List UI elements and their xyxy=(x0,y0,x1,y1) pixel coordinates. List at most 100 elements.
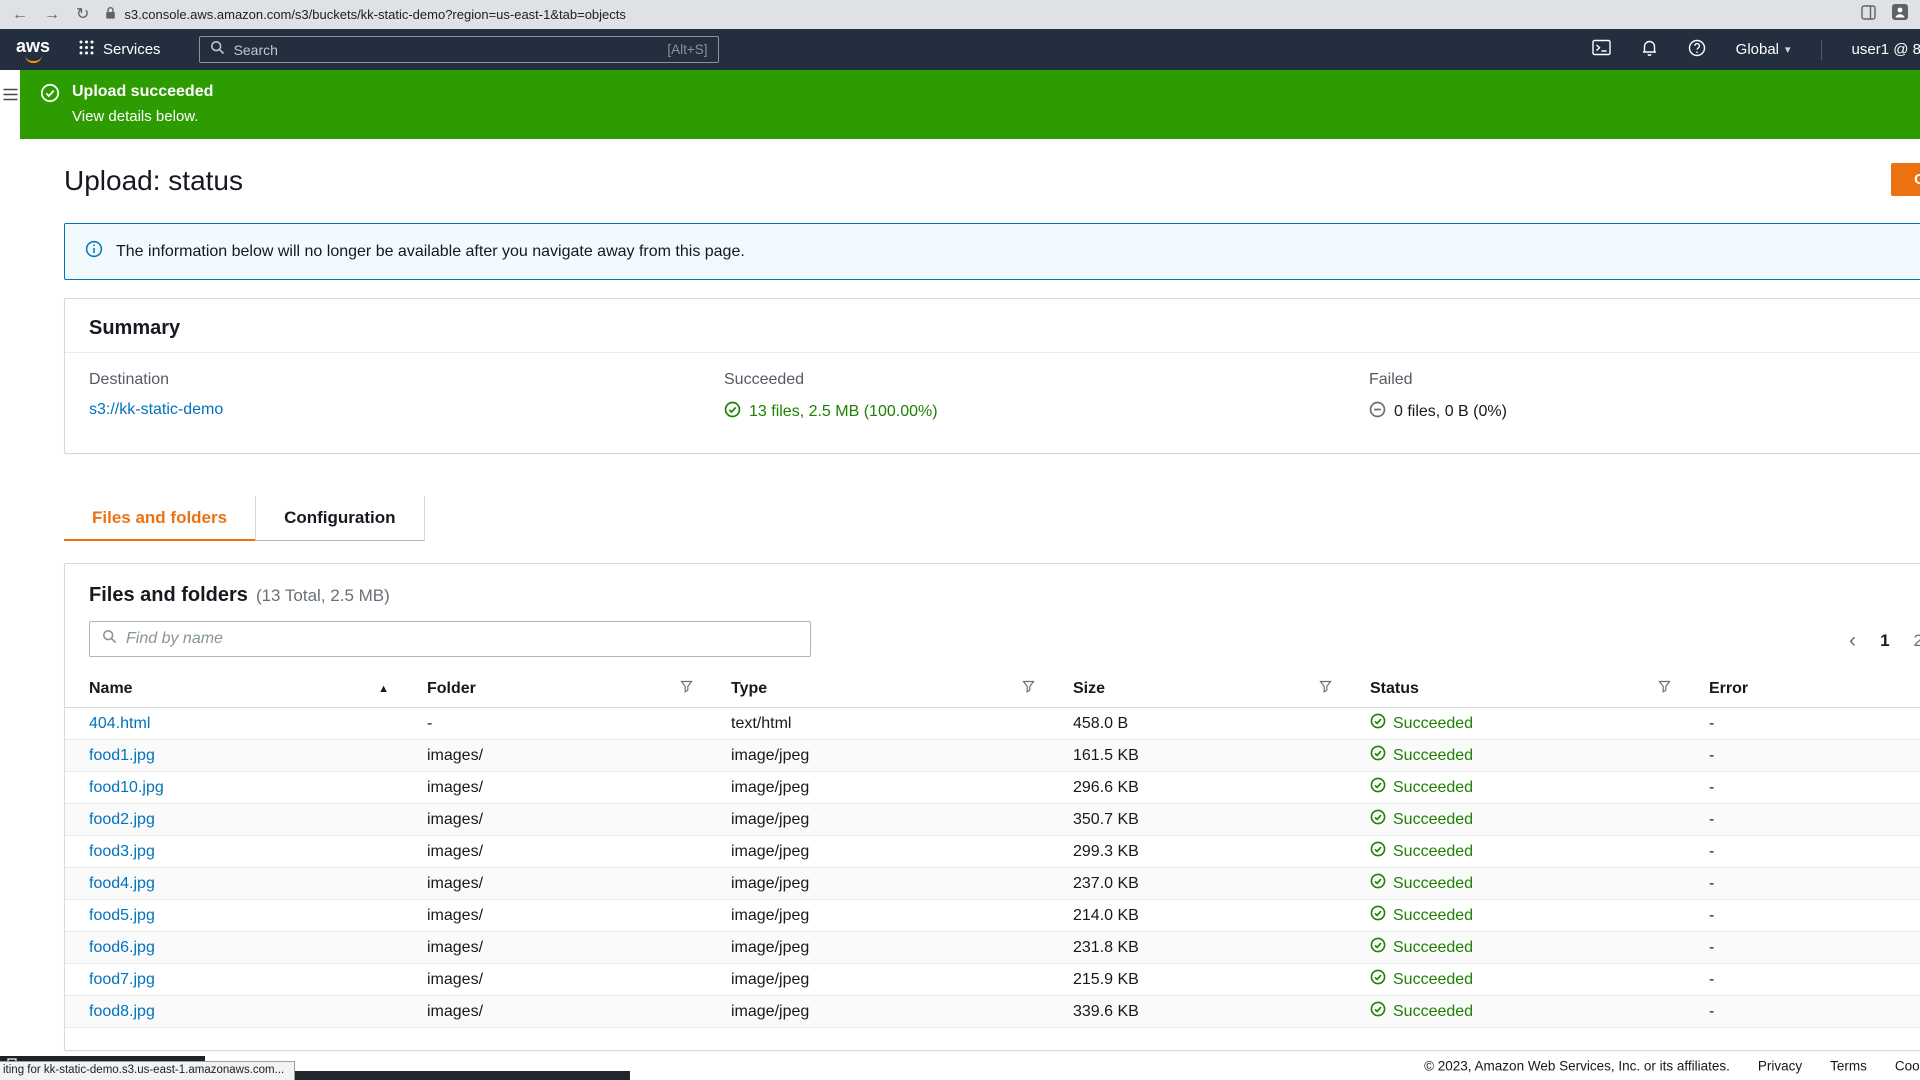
files-panel-count: (13 Total, 2.5 MB) xyxy=(256,586,390,606)
destination-link[interactable]: s3://kk-static-demo xyxy=(89,401,223,418)
file-name-link[interactable]: food2.jpg xyxy=(89,811,155,828)
failed-neutral-icon xyxy=(1369,401,1386,423)
filter-funnel-icon[interactable] xyxy=(1022,680,1035,698)
column-header-size[interactable]: Size xyxy=(1061,671,1358,708)
bell-icon xyxy=(1641,39,1658,61)
help-icon xyxy=(1688,39,1706,61)
file-size: 339.6 KB xyxy=(1061,996,1358,1028)
succeeded-check-icon xyxy=(1370,969,1386,990)
column-header-type[interactable]: Type xyxy=(719,671,1061,708)
succeeded-check-icon xyxy=(1370,905,1386,926)
file-status-label: Succeeded xyxy=(1393,747,1473,765)
browser-back-icon[interactable]: ← xyxy=(12,7,28,23)
file-name-link[interactable]: food1.jpg xyxy=(89,747,155,764)
browser-reload-icon[interactable]: ↻ xyxy=(76,7,89,23)
pagination-prev[interactable]: ‹ xyxy=(1849,629,1856,653)
file-status-label: Succeeded xyxy=(1393,843,1473,861)
file-folder: images/ xyxy=(415,740,719,772)
file-error: - xyxy=(1697,740,1920,772)
sort-ascending-icon[interactable]: ▲ xyxy=(378,683,389,695)
region-selector[interactable]: Global ▾ xyxy=(1736,41,1791,58)
file-error: - xyxy=(1697,804,1920,836)
table-row: food5.jpg images/ image/jpeg 214.0 KB Su… xyxy=(65,900,1920,932)
file-error: - xyxy=(1697,772,1920,804)
succeeded-label: Succeeded xyxy=(724,371,1369,389)
filter-funnel-icon[interactable] xyxy=(1319,680,1332,698)
file-error: - xyxy=(1697,868,1920,900)
tabs: Files and folders Configuration xyxy=(64,496,425,541)
table-row: food8.jpg images/ image/jpeg 339.6 KB Su… xyxy=(65,996,1920,1028)
filter-funnel-icon[interactable] xyxy=(680,680,693,698)
file-name-link[interactable]: food4.jpg xyxy=(89,875,155,892)
flashbar-subtitle: View details below. xyxy=(72,108,213,125)
file-status-label: Succeeded xyxy=(1393,971,1473,989)
file-folder: images/ xyxy=(415,900,719,932)
file-folder: images/ xyxy=(415,996,719,1028)
hamburger-menu-button[interactable] xyxy=(3,88,18,106)
chevron-down-icon: ▾ xyxy=(1785,43,1791,56)
file-name-link[interactable]: food8.jpg xyxy=(89,1003,155,1020)
account-menu[interactable]: user1 @ 8418 xyxy=(1852,41,1920,58)
file-name-link[interactable]: food7.jpg xyxy=(89,971,155,988)
cloudshell-icon xyxy=(1592,39,1611,60)
services-label: Services xyxy=(103,41,161,58)
files-table: Name ▲ Folder Type xyxy=(65,671,1920,1028)
find-by-name[interactable] xyxy=(89,621,811,657)
file-status-label: Succeeded xyxy=(1393,907,1473,925)
aws-logo[interactable]: aws xyxy=(16,37,50,63)
file-name-link[interactable]: food10.jpg xyxy=(89,779,164,796)
page-title: Upload: status xyxy=(64,165,1920,197)
file-size: 214.0 KB xyxy=(1061,900,1358,932)
flashbar-success: Upload succeeded View details below. xyxy=(20,70,1920,139)
address-bar[interactable]: s3.console.aws.amazon.com/s3/buckets/kk-… xyxy=(105,6,625,23)
tab-files-and-folders[interactable]: Files and folders xyxy=(64,496,255,541)
succeeded-value: 13 files, 2.5 MB (100.00%) xyxy=(724,401,1369,423)
notifications-button[interactable] xyxy=(1641,39,1658,61)
file-error: - xyxy=(1697,996,1920,1028)
table-row: food10.jpg images/ image/jpeg 296.6 KB S… xyxy=(65,772,1920,804)
file-name-link[interactable]: food6.jpg xyxy=(89,939,155,956)
file-status-label: Succeeded xyxy=(1393,875,1473,893)
url-text: s3.console.aws.amazon.com/s3/buckets/kk-… xyxy=(124,7,625,22)
filter-funnel-icon[interactable] xyxy=(1658,680,1671,698)
column-header-folder[interactable]: Folder xyxy=(415,671,719,708)
browser-forward-icon[interactable]: → xyxy=(44,7,60,23)
file-folder: images/ xyxy=(415,772,719,804)
cloudshell-button[interactable] xyxy=(1592,39,1611,60)
file-type: text/html xyxy=(719,708,1061,740)
file-status-label: Succeeded xyxy=(1393,811,1473,829)
table-row: food1.jpg images/ image/jpeg 161.5 KB Su… xyxy=(65,740,1920,772)
find-by-name-input[interactable] xyxy=(126,630,798,648)
file-size: 299.3 KB xyxy=(1061,836,1358,868)
console-search[interactable]: [Alt+S] xyxy=(199,36,719,63)
file-size: 350.7 KB xyxy=(1061,804,1358,836)
browser-profile-icon[interactable] xyxy=(1892,4,1908,25)
file-name-link[interactable]: food5.jpg xyxy=(89,907,155,924)
file-name-link[interactable]: food3.jpg xyxy=(89,843,155,860)
file-type: image/jpeg xyxy=(719,740,1061,772)
column-header-status[interactable]: Status xyxy=(1358,671,1697,708)
tab-configuration[interactable]: Configuration xyxy=(255,496,424,541)
column-header-error[interactable]: Error xyxy=(1697,671,1920,708)
console-search-input[interactable] xyxy=(234,42,659,58)
padlock-icon xyxy=(105,6,116,23)
column-header-name[interactable]: Name ▲ xyxy=(65,671,415,708)
help-button[interactable] xyxy=(1688,39,1706,61)
file-name-link[interactable]: 404.html xyxy=(89,715,150,732)
browser-sidepanel-icon[interactable] xyxy=(1861,5,1876,25)
find-search-icon xyxy=(102,629,117,649)
footer-link-terms[interactable]: Terms xyxy=(1830,1059,1867,1074)
pagination: ‹ 1 2 xyxy=(1849,629,1920,653)
services-grid-icon xyxy=(78,39,95,60)
screen: ← → ↻ s3.console.aws.amazon.com/s3/bucke… xyxy=(0,0,1920,1080)
close-button[interactable]: Close xyxy=(1891,163,1920,196)
pagination-page-2[interactable]: 2 xyxy=(1914,631,1920,651)
main-content: Upload: status Close The information bel… xyxy=(64,139,1920,1051)
footer-link-cookies[interactable]: Cookie preferences xyxy=(1895,1059,1920,1074)
region-label: Global xyxy=(1736,41,1779,58)
services-menu[interactable]: Services xyxy=(66,29,173,70)
console-body: Upload succeeded View details below. Upl… xyxy=(0,70,1920,1080)
footer-link-privacy[interactable]: Privacy xyxy=(1758,1059,1802,1074)
pagination-page-1[interactable]: 1 xyxy=(1880,631,1889,651)
info-icon xyxy=(85,240,103,263)
